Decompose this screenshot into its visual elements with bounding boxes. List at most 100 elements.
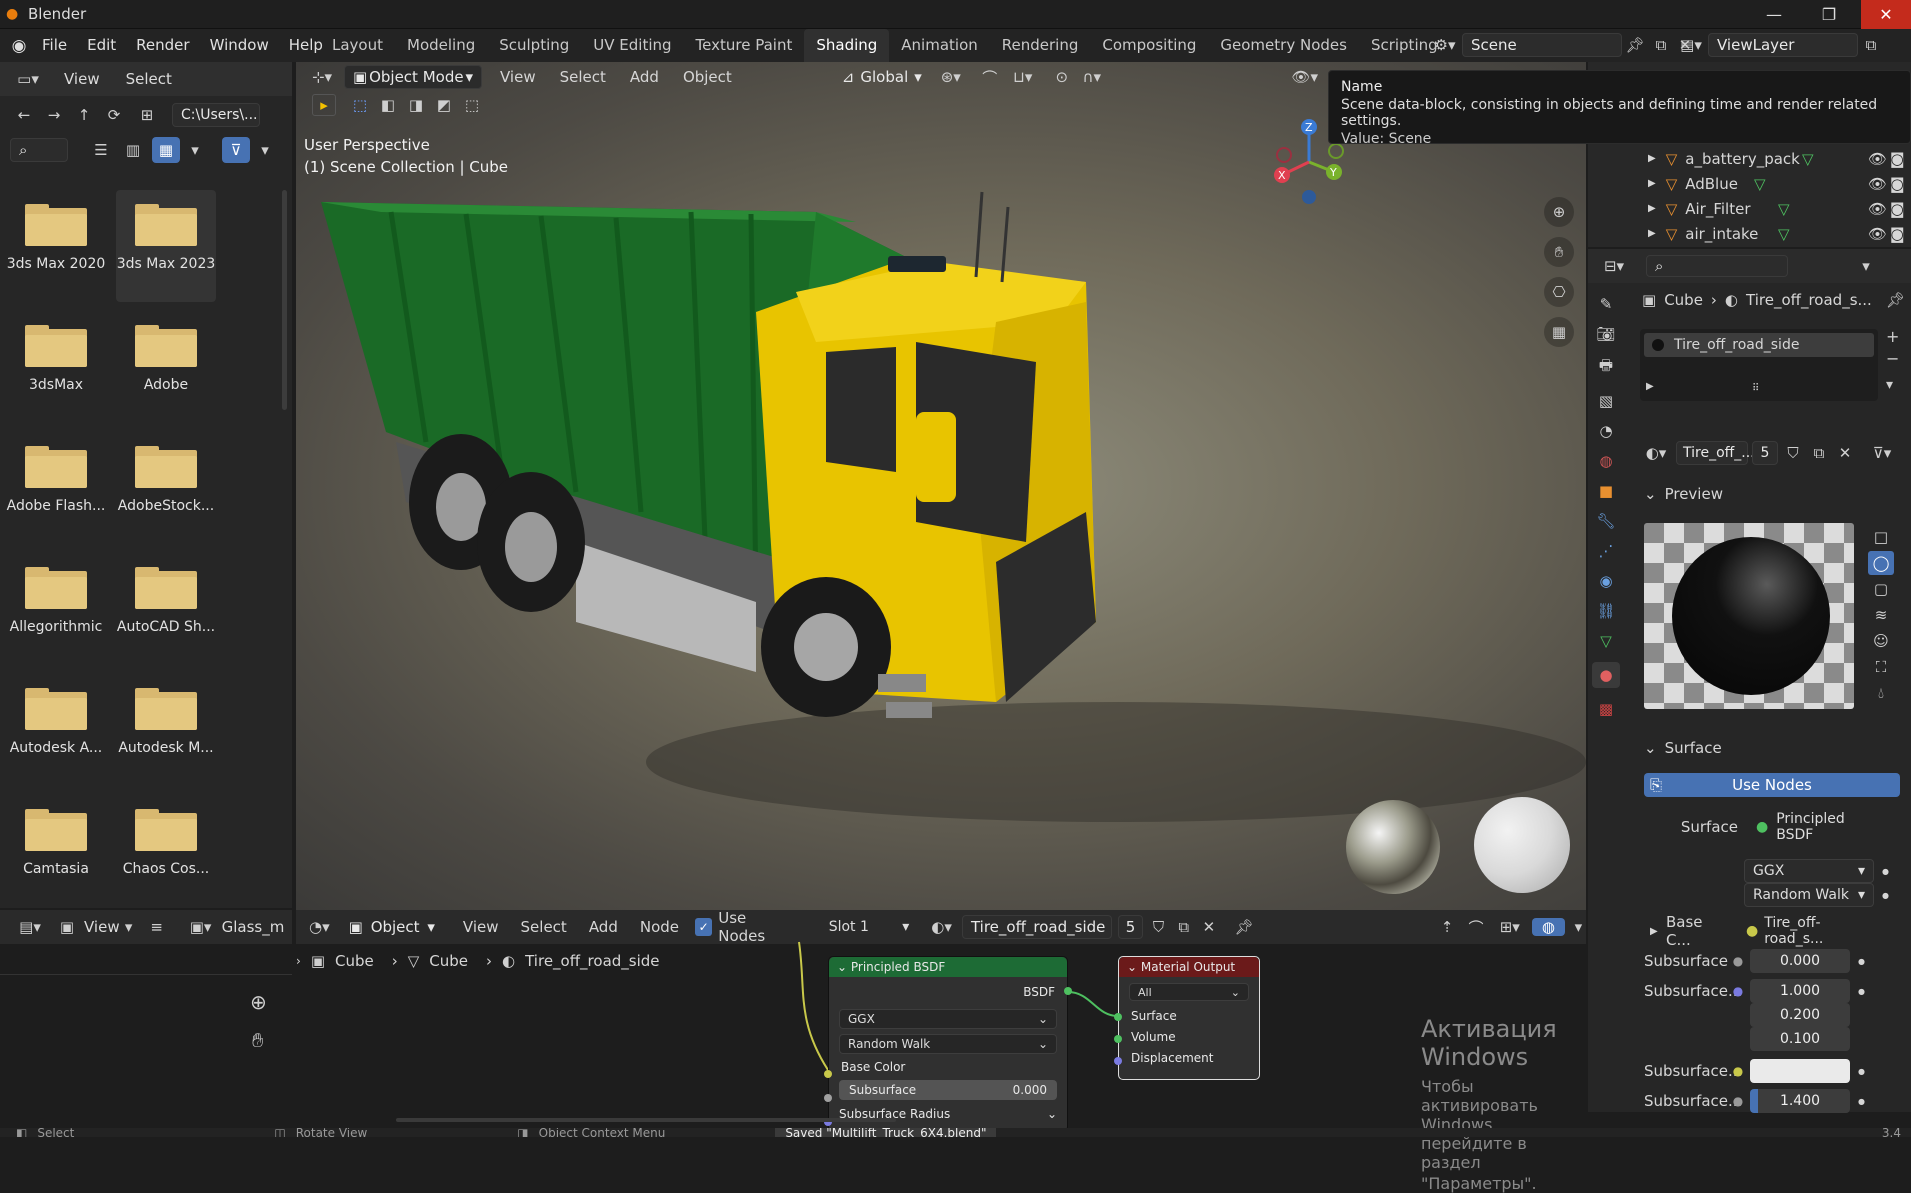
camera-view-icon[interactable]: ⎔ — [1544, 277, 1574, 307]
tab-texture-paint[interactable]: Texture Paint — [684, 29, 805, 62]
new-viewlayer-icon[interactable]: ⧉ — [1858, 36, 1884, 54]
tab-compositing[interactable]: Compositing — [1090, 29, 1208, 62]
folder-item[interactable]: Camtasia — [6, 795, 106, 877]
render-camera-icon[interactable]: ◙ — [1890, 225, 1905, 243]
sss-radius-y-field[interactable]: 0.200 — [1750, 1003, 1850, 1027]
outliner-item[interactable]: ▶ ▽ a_battery_pack ▽ 👁︎ ◙ — [1588, 146, 1911, 171]
scene-tab-icon[interactable]: ◔ — [1599, 422, 1612, 440]
output-tab-icon[interactable]: 🖶︎ — [1599, 355, 1613, 380]
duplicate-material-icon[interactable]: ⧉ — [1808, 444, 1830, 462]
preview-cloth-icon[interactable]: ⛶ — [1868, 655, 1894, 679]
material-browse-icon[interactable]: ◐▾ — [1640, 444, 1672, 462]
ie-image-browse-icon[interactable]: ▣▾ — [186, 918, 216, 936]
modifier-tab-icon[interactable]: 🔧︎ — [1596, 512, 1615, 530]
ie-pan-hand-icon[interactable]: ✋︎ — [252, 1028, 263, 1052]
base-color-texture[interactable]: ● Tire_off-road_s... — [1738, 915, 1874, 947]
parent-dir-icon[interactable]: ↑ — [72, 106, 96, 124]
world-tab-icon[interactable]: ◍ — [1599, 452, 1612, 470]
folder-item[interactable]: 3ds Max 2020 — [6, 190, 106, 272]
tool-tab-icon[interactable]: ✎ — [1600, 295, 1613, 313]
sss-ior-field[interactable]: 1.400 — [1750, 1089, 1850, 1113]
link-dropdown-icon[interactable]: ⊽▾ — [1866, 444, 1898, 462]
props-editor-type-icon[interactable]: ⊟▾ — [1596, 257, 1632, 275]
viewlayer-field[interactable]: ViewLayer — [1708, 33, 1858, 57]
editor-type-icon[interactable]: ▭▾ — [10, 70, 46, 88]
slot-expand-icon[interactable]: ▶ — [1646, 381, 1654, 392]
sss-color-swatch[interactable] — [1750, 1059, 1850, 1083]
output-target-select[interactable]: All ⌄ — [1129, 983, 1249, 1001]
object-tab-icon[interactable]: ■ — [1599, 482, 1613, 500]
menu-window[interactable]: Window — [200, 29, 279, 62]
refresh-icon[interactable]: ⟳ — [102, 106, 126, 124]
fb-menu-select[interactable]: Select — [126, 70, 172, 88]
fb-scrollbar[interactable] — [282, 190, 287, 410]
folder-item[interactable]: Adobe — [116, 311, 216, 393]
texture-tab-icon[interactable]: ▩ — [1599, 700, 1613, 718]
folder-item[interactable]: Chaos Cos... — [116, 795, 216, 877]
folder-item[interactable]: 3ds Max 2023 — [116, 190, 216, 302]
menu-render[interactable]: Render — [126, 29, 199, 62]
physics-tab-icon[interactable]: ◉ — [1599, 572, 1612, 590]
props-search-input[interactable]: ⌕ — [1646, 255, 1788, 277]
list-horizontal-icon[interactable]: ▥ — [120, 141, 146, 159]
ne-horizontal-scrollbar[interactable] — [396, 1118, 896, 1122]
scene-selector-icon[interactable]: ⚙▾ — [1428, 36, 1462, 54]
preview-sphere-icon[interactable]: ◯ — [1868, 551, 1894, 575]
base-color-expand-icon[interactable]: ▶ — [1650, 926, 1666, 937]
material-output-node[interactable]: ⌄ Material Output All ⌄ Surface Volume Di… — [1114, 956, 1260, 1080]
surface-panel-header[interactable]: ⌄ Surface — [1644, 739, 1722, 757]
blender-menu-icon[interactable]: ◉ — [6, 36, 32, 56]
sss-radius-x-field[interactable]: 1.000 — [1750, 979, 1850, 1003]
view-layer-tab-icon[interactable]: ▧ — [1599, 392, 1613, 410]
render-camera-icon[interactable]: ◙ — [1890, 150, 1905, 168]
material-slot-item[interactable]: Tire_off_road_side — [1644, 333, 1874, 357]
tab-rendering[interactable]: Rendering — [990, 29, 1091, 62]
outliner-item[interactable]: ▶ ▽ AdBlue ▽ 👁︎ ◙ — [1588, 171, 1911, 196]
tab-layout[interactable]: Layout — [320, 29, 395, 62]
menu-file[interactable]: File — [32, 29, 77, 62]
preview-fluid-icon[interactable]: 💧︎ — [1868, 681, 1894, 705]
output-surface-socket[interactable] — [1114, 1013, 1122, 1021]
shader-node-editor[interactable]: ◔▾ ▣ Object ▾ View Select Add Node ✓ Use N… — [296, 909, 1586, 1193]
new-folder-icon[interactable]: ⊞ — [132, 106, 162, 124]
preview-panel-header[interactable]: ⌄ Preview — [1644, 485, 1723, 503]
ie-editor-type-icon[interactable]: ▤▾ — [12, 918, 48, 936]
data-tab-icon[interactable]: ▽ — [1600, 632, 1612, 650]
subsurface-field[interactable]: 0.000 — [1750, 949, 1850, 973]
outliner-expand-icon[interactable]: ▶ — [1648, 228, 1656, 239]
visibility-eye-icon[interactable]: 👁︎ — [1868, 175, 1887, 193]
unlink-material-icon[interactable]: ✕ — [1834, 444, 1856, 462]
ie-menu-view[interactable]: View — [84, 918, 120, 936]
ortho-grid-icon[interactable]: ▦ — [1544, 317, 1574, 347]
close-window-button[interactable]: ✕ — [1861, 0, 1911, 29]
path-field[interactable]: C:\Users\... — [172, 103, 260, 127]
folder-item[interactable]: AdobeStock... — [116, 432, 216, 514]
tab-sculpting[interactable]: Sculpting — [487, 29, 581, 62]
preview-cube-icon[interactable]: ▢ — [1868, 577, 1894, 601]
folder-item[interactable]: Adobe Flash... — [6, 432, 106, 514]
props-pin-icon[interactable]: 📌︎ — [1886, 291, 1905, 309]
output-volume-socket[interactable] — [1114, 1035, 1122, 1043]
filter-dropdown-icon[interactable]: ▾ — [256, 141, 274, 159]
folder-item[interactable]: Allegorithmic — [6, 553, 106, 635]
outliner-expand-icon[interactable]: ▶ — [1648, 153, 1656, 164]
preview-hair-icon[interactable]: ≋ — [1868, 603, 1894, 627]
outliner-expand-icon[interactable]: ▶ — [1648, 178, 1656, 189]
ie-hamburger-icon[interactable]: ≡ — [144, 918, 170, 936]
thumbnails-icon[interactable]: ▦ — [152, 137, 180, 163]
slot-menu-icon[interactable]: ▾ — [1886, 377, 1893, 393]
fb-search-input[interactable]: ⌕ — [10, 138, 68, 162]
bsdf-subsurface-field[interactable]: Subsurface 0.000 — [839, 1080, 1057, 1100]
new-scene-icon[interactable]: ⧉ — [1648, 36, 1674, 54]
tab-geometry-nodes[interactable]: Geometry Nodes — [1208, 29, 1359, 62]
particles-tab-icon[interactable]: ⋰ — [1599, 542, 1614, 560]
minimize-button[interactable]: — — [1751, 0, 1797, 29]
visibility-eye-icon[interactable]: 👁︎ — [1868, 150, 1887, 168]
folder-item[interactable]: Autodesk A... — [6, 674, 106, 756]
fake-user-shield-icon[interactable]: ⛉ — [1782, 444, 1804, 462]
material-users-count[interactable]: 5 — [1752, 441, 1778, 465]
subsurface-socket[interactable] — [824, 1094, 832, 1102]
forward-icon[interactable]: → — [42, 106, 66, 124]
bsdf-distribution-select[interactable]: GGX ⌄ — [839, 1009, 1057, 1029]
menu-edit[interactable]: Edit — [77, 29, 126, 62]
